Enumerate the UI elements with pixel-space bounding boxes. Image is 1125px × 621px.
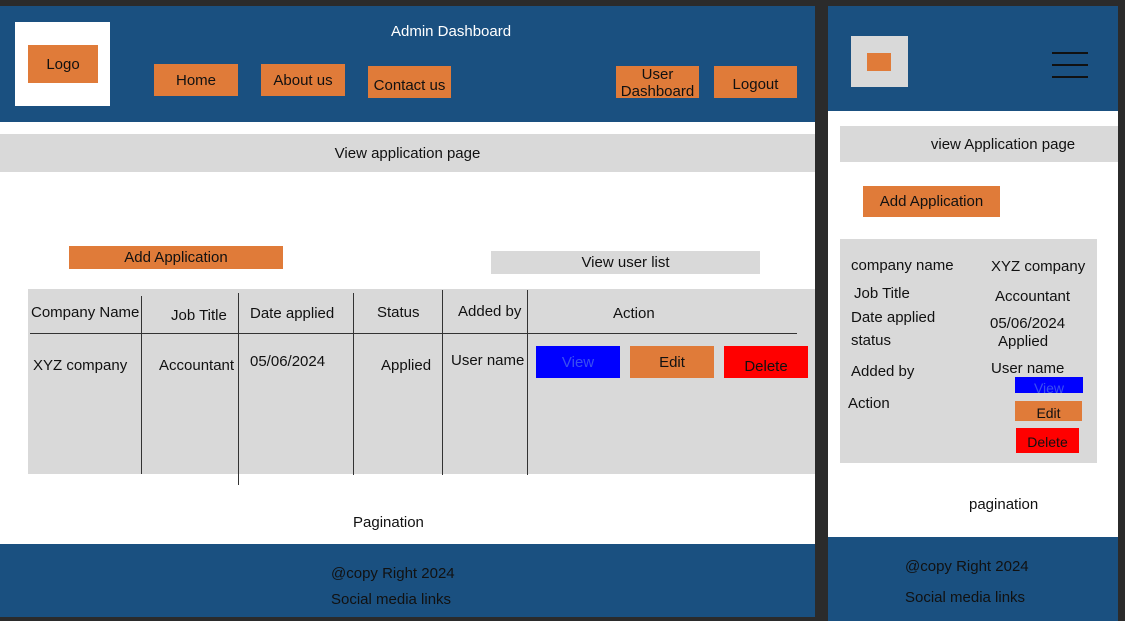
hamburger-bar	[1052, 52, 1088, 54]
card-date-value: 05/06/2024	[990, 315, 1066, 332]
hamburger-bar	[1052, 64, 1088, 66]
mobile-header	[828, 6, 1118, 111]
table-header-job: Job Title	[171, 307, 227, 324]
table-col-divider	[353, 293, 354, 475]
table-cell-job: Accountant	[159, 357, 235, 374]
mobile-logo[interactable]	[867, 53, 891, 71]
mobile-page-banner: view Application page	[840, 126, 1118, 162]
mobile-footer-copyright: @copy Right 2024	[905, 558, 1029, 575]
card-action-label: Action	[848, 395, 890, 412]
table-header-added-by: Added by	[458, 303, 522, 320]
view-user-list-button[interactable]: View user list	[491, 251, 760, 274]
mobile-footer: @copy Right 2024 Social media links	[828, 537, 1118, 621]
card-company-label: company name	[851, 257, 954, 274]
user-dashboard-line1: User	[641, 66, 674, 83]
mobile-delete-button[interactable]: Delete	[1016, 428, 1079, 453]
table-header-action: Action	[613, 305, 655, 322]
page-banner: View application page	[0, 134, 815, 172]
nav-user-dashboard-button[interactable]: User Dashboard	[616, 66, 699, 100]
card-status-label: status	[851, 332, 892, 349]
table-col-divider	[442, 290, 443, 475]
pagination[interactable]: Pagination	[353, 514, 424, 531]
card-added-by-value: User name	[991, 360, 1065, 377]
table-header-status: Status	[377, 304, 420, 321]
mobile-edit-button[interactable]: Edit	[1015, 401, 1082, 421]
table-cell-company: XYZ company	[33, 357, 128, 374]
card-job-label: Job Title	[854, 285, 910, 302]
delete-button[interactable]: Delete	[724, 346, 808, 378]
user-dashboard-line2: Dashboard	[620, 83, 695, 100]
card-job-value: Accountant	[995, 288, 1071, 305]
mobile-pagination[interactable]: pagination	[969, 496, 1038, 513]
applications-table	[28, 289, 815, 474]
nav-logout-button[interactable]: Logout	[714, 66, 797, 98]
desktop-frame: Logo Admin Dashboard Home About us Conta…	[0, 6, 815, 617]
page-title: Admin Dashboard	[391, 23, 512, 40]
mobile-footer-social-links[interactable]: Social media links	[905, 589, 1025, 606]
logo[interactable]: Logo	[28, 45, 98, 83]
edit-button[interactable]: Edit	[630, 346, 714, 378]
table-header-company: Company Name	[31, 304, 140, 321]
nav-about-button[interactable]: About us	[261, 64, 345, 96]
table-col-divider	[238, 293, 239, 485]
desktop-header: Logo Admin Dashboard Home About us Conta…	[0, 6, 815, 122]
mobile-frame: view Application page Add Application co…	[828, 6, 1118, 621]
card-date-label: Date applied	[851, 309, 936, 326]
card-company-value: XYZ company	[991, 258, 1086, 275]
desktop-footer: @copy Right 2024 Social media links	[0, 544, 815, 617]
table-header-divider	[30, 333, 797, 334]
card-added-by-label: Added by	[851, 363, 915, 380]
nav-home-button[interactable]: Home	[154, 64, 238, 96]
footer-copyright: @copy Right 2024	[331, 565, 455, 582]
hamburger-bar	[1052, 76, 1088, 78]
mobile-add-application-button[interactable]: Add Application	[863, 186, 1000, 217]
table-cell-date: 05/06/2024	[250, 353, 326, 370]
table-cell-status: Applied	[381, 357, 432, 374]
nav-contact-button[interactable]: Contact us	[368, 66, 451, 98]
table-col-divider	[527, 290, 528, 475]
hamburger-menu-icon[interactable]	[1052, 52, 1088, 78]
view-button[interactable]: View	[536, 346, 620, 378]
footer-social-links[interactable]: Social media links	[331, 591, 451, 608]
table-cell-added-by: User name	[451, 352, 525, 369]
table-header-date: Date applied	[250, 305, 335, 322]
add-application-button[interactable]: Add Application	[69, 246, 283, 269]
card-status-value: Applied	[998, 333, 1049, 350]
table-col-divider	[141, 296, 142, 474]
mobile-view-button[interactable]: View	[1015, 377, 1083, 393]
